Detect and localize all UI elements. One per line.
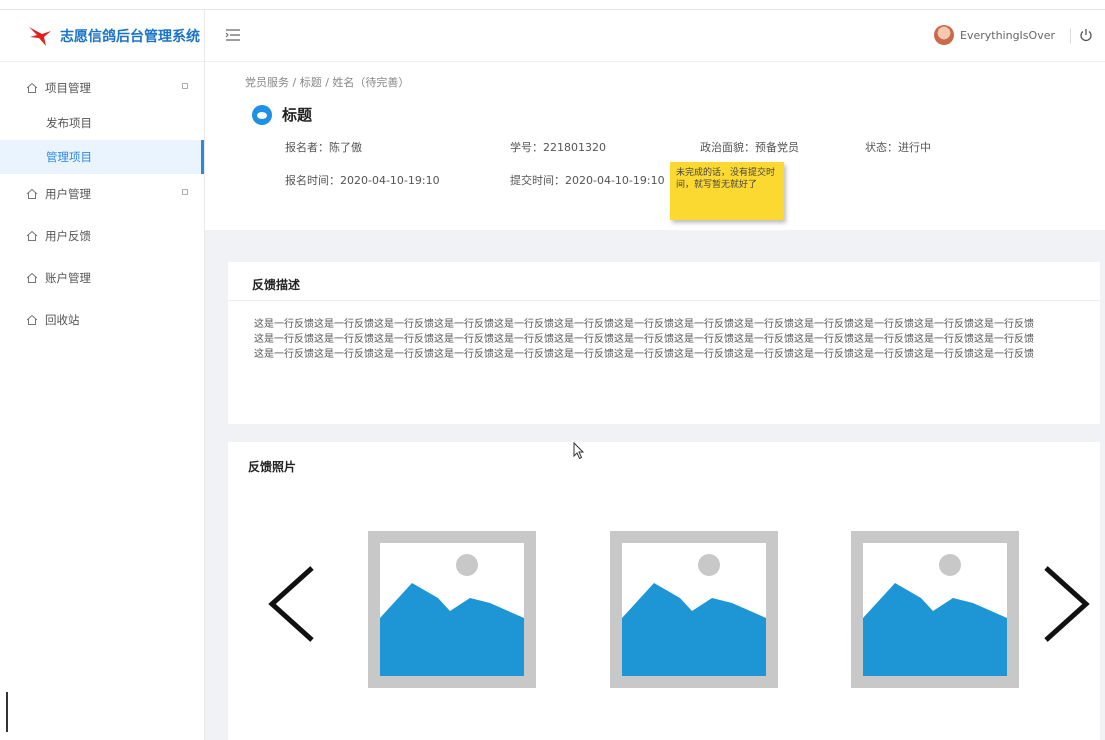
mouse-cursor-icon xyxy=(573,442,585,460)
image-placeholder-icon xyxy=(863,554,1007,676)
sidebar-item-label: 用户管理 xyxy=(45,187,91,201)
reporter-field: 报名者：陈了傲 xyxy=(285,141,362,154)
feedback-line: 这是一行反馈这是一行反馈这是一行反馈这是一行反馈这是一行反馈这是一行反馈这是一行… xyxy=(254,349,1034,360)
top-header: EverythingIsOver xyxy=(205,10,1105,62)
home-icon xyxy=(26,272,38,284)
sidebar-item-label: 账户管理 xyxy=(45,271,91,285)
section-title: 反馈照片 xyxy=(248,460,297,474)
feedback-line: 这是一行反馈这是一行反馈这是一行反馈这是一行反馈这是一行反馈这是一行反馈这是一行… xyxy=(254,319,1034,330)
feedback-photos-card: 反馈照片 xyxy=(228,442,1100,740)
feedback-line: 这是一行反馈这是一行反馈这是一行反馈这是一行反馈这是一行反馈这是一行反馈这是一行… xyxy=(254,334,1034,345)
status-field: 状态：进行中 xyxy=(865,141,931,154)
sidebar: 志愿信鸽后台管理系统 项目管理 发布项目 管理项目 用户管理 用户反馈 账户管理… xyxy=(0,10,205,740)
sticky-note: 未完成的话，没有提交时间，就写暂无就好了 xyxy=(670,162,784,220)
home-icon xyxy=(26,188,38,200)
image-placeholder-icon xyxy=(380,554,524,676)
section-title: 反馈描述 xyxy=(252,278,301,292)
sidebar-item-user-management[interactable]: 用户管理 xyxy=(0,176,204,212)
photo-thumbnail[interactable] xyxy=(368,531,536,688)
feedback-description-card: 反馈描述 这是一行反馈这是一行反馈这是一行反馈这是一行反馈这是一行反馈这是一行反… xyxy=(228,262,1100,424)
project-info-card: 标题 报名者：陈了傲 学号：221801320 政治面貌：预备党员 状态：进行中… xyxy=(205,96,1105,230)
sidebar-item-publish-project[interactable]: 发布项目 xyxy=(0,106,204,140)
sidebar-item-project-management[interactable]: 项目管理 xyxy=(0,70,204,106)
carousel-prev-arrow-icon[interactable] xyxy=(264,564,320,644)
edge-marker xyxy=(6,692,8,732)
image-placeholder-icon xyxy=(622,554,766,676)
username: EverythingIsOver xyxy=(960,28,1055,42)
sidebar-item-label: 回收站 xyxy=(45,313,80,327)
title-badge-icon xyxy=(252,104,272,125)
signup-time-field: 报名时间：2020-04-10-19:10 xyxy=(285,174,440,187)
pigeon-logo-icon xyxy=(29,26,51,46)
header-divider xyxy=(1070,28,1071,44)
app-logo[interactable]: 志愿信鸽后台管理系统 xyxy=(0,10,204,62)
logout-power-icon[interactable] xyxy=(1079,28,1093,42)
sidebar-item-recycle-bin[interactable]: 回收站 xyxy=(0,302,204,338)
menu-toggle-icon[interactable] xyxy=(225,28,241,42)
window-top-border xyxy=(0,0,1105,10)
feedback-text: 这是一行反馈这是一行反馈这是一行反馈这是一行反馈这是一行反馈这是一行反馈这是一行… xyxy=(254,317,1094,362)
sidebar-item-account-management[interactable]: 账户管理 xyxy=(0,260,204,296)
photo-thumbnail[interactable] xyxy=(851,531,1019,688)
carousel-next-arrow-icon[interactable] xyxy=(1038,564,1094,644)
divider xyxy=(228,300,1100,301)
home-icon xyxy=(26,82,38,94)
sidebar-item-user-feedback[interactable]: 用户反馈 xyxy=(0,218,204,254)
home-icon xyxy=(26,314,38,326)
student-id-field: 学号：221801320 xyxy=(510,141,606,154)
submit-time-field: 提交时间：2020-04-10-19:10 xyxy=(510,174,665,187)
photo-thumbnail[interactable] xyxy=(610,531,778,688)
user-menu[interactable]: EverythingIsOver xyxy=(934,25,1055,45)
home-icon xyxy=(26,230,38,242)
page-title: 标题 xyxy=(282,106,313,124)
expand-icon xyxy=(182,189,188,195)
political-status-field: 政治面貌：预备党员 xyxy=(700,141,799,154)
sidebar-item-label: 项目管理 xyxy=(45,81,91,95)
breadcrumb[interactable]: 党员服务 / 标题 / 姓名（待完善） xyxy=(245,74,409,90)
expand-icon xyxy=(182,83,188,89)
app-title: 志愿信鸽后台管理系统 xyxy=(60,28,200,45)
sidebar-item-label: 用户反馈 xyxy=(45,229,91,243)
sidebar-item-manage-project[interactable]: 管理项目 xyxy=(0,140,204,174)
avatar xyxy=(934,25,954,45)
